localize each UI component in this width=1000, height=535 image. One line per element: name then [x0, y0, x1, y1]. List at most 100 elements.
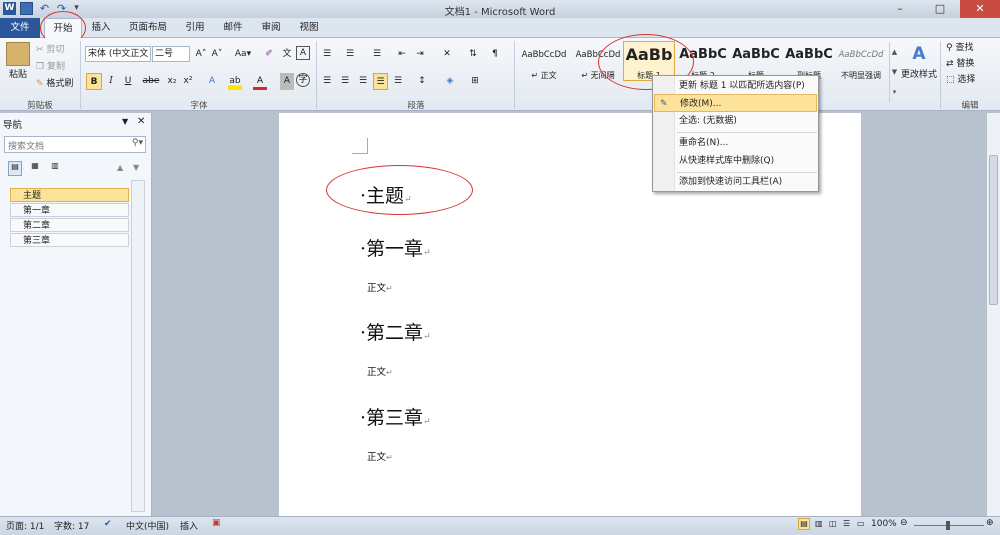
minimize-button[interactable]: – [880, 0, 920, 18]
underline-button[interactable]: U [121, 73, 135, 90]
distributed-icon[interactable]: ☰ [391, 73, 405, 90]
save-icon[interactable] [20, 2, 33, 15]
tab-review[interactable]: 审阅 [254, 18, 288, 38]
change-styles-icon[interactable]: A [908, 44, 930, 66]
page-count[interactable]: 页面: 1/1 [6, 519, 44, 532]
tab-insert[interactable]: 插入 [84, 18, 118, 38]
style-subtle-emphasis[interactable]: AaBbCcDd 不明显强调 [835, 41, 887, 81]
nav-scrollbar[interactable] [131, 180, 145, 512]
menu-item-modify[interactable]: ✎ 修改(M)... [654, 94, 817, 112]
superscript-button[interactable]: x² [181, 73, 195, 90]
outline-view-icon[interactable]: ☰ [843, 519, 850, 528]
menu-item-select-all[interactable]: 全选: (无数据) [654, 112, 817, 130]
highlight-icon[interactable]: ab [228, 73, 242, 90]
decrease-indent-icon[interactable]: ⇤ [395, 46, 409, 63]
shrink-font-button[interactable]: A˅ [210, 46, 224, 63]
show-marks-icon[interactable]: ¶ [488, 46, 502, 63]
cut-button[interactable]: ✂ 剪切 [36, 42, 76, 59]
nav-heading-item[interactable]: 主题 [10, 188, 129, 202]
menu-item-remove-from-gallery[interactable]: 从快速样式库中删除(Q) [654, 152, 817, 170]
char-shading-icon[interactable]: A [280, 73, 294, 90]
heading-paragraph[interactable]: ·第二章↵ [360, 318, 431, 345]
bullets-icon[interactable]: ☰ [320, 46, 334, 63]
menu-item-update-style[interactable]: 更新 标题 1 以匹配所选内容(P) [654, 77, 817, 95]
draft-view-icon[interactable]: ▭ [857, 519, 865, 528]
phonetic-guide-icon[interactable]: 文 [280, 46, 294, 63]
nav-heading-item[interactable]: 第一章 [10, 203, 129, 217]
copy-button[interactable]: ❐ 复制 [36, 59, 76, 76]
style-normal[interactable]: AaBbCcDd ↵ 正文 [518, 41, 570, 81]
nav-options-icon[interactable]: ▼ [122, 117, 128, 126]
numbering-icon[interactable]: ☰ [343, 46, 357, 63]
proofing-icon[interactable]: ✔ [104, 519, 112, 529]
macro-record-icon[interactable]: ▣ [212, 518, 221, 528]
nav-heading-item[interactable]: 第三章 [10, 233, 129, 247]
tab-file[interactable]: 文件 [0, 18, 40, 38]
menu-item-add-to-quick-access[interactable]: 添加到快速访问工具栏(A) [654, 173, 817, 191]
styles-gallery-scroll[interactable]: ▲ ▼ ▾ [889, 42, 899, 102]
heading-paragraph[interactable]: ·第三章↵ [360, 403, 431, 430]
paste-button[interactable]: 粘贴 [2, 67, 34, 84]
menu-item-rename[interactable]: 重命名(N)... [654, 134, 817, 152]
zoom-out-icon[interactable]: ⊖ [900, 518, 908, 528]
align-left-icon[interactable]: ☰ [320, 73, 334, 90]
align-right-icon[interactable]: ☰ [356, 73, 370, 90]
nav-close-icon[interactable]: ✕ [137, 116, 145, 127]
search-icon[interactable]: ⚲▾ [132, 138, 143, 148]
clipboard-icon[interactable] [6, 42, 30, 66]
maximize-button[interactable]: □ [920, 0, 960, 18]
word-count[interactable]: 字数: 17 [54, 519, 89, 532]
change-styles-button[interactable]: 更改样式 [899, 67, 939, 84]
body-paragraph[interactable]: 正文↵ [367, 449, 393, 463]
chinese-layout-icon[interactable]: ✕ [440, 46, 454, 63]
tab-references[interactable]: 引用 [178, 18, 212, 38]
subscript-button[interactable]: x₂ [165, 73, 179, 90]
vertical-scrollbar[interactable] [986, 113, 1000, 516]
bold-button[interactable]: B [86, 73, 102, 90]
multilevel-list-icon[interactable]: ☰ [370, 46, 384, 63]
format-painter-button[interactable]: ✎ 格式刷 [36, 76, 80, 93]
pages-view-icon[interactable]: ▦ [28, 161, 42, 176]
font-name-select[interactable]: 宋体 (中文正文 [85, 46, 151, 62]
font-size-select[interactable]: 二号 [152, 46, 190, 62]
nav-search-box[interactable]: 搜索文档 ⚲▾ [4, 136, 146, 153]
enclose-char-icon[interactable]: 字 [296, 73, 310, 87]
justify-icon[interactable]: ☰ [373, 73, 388, 90]
shading-icon[interactable]: ◈ [443, 73, 457, 90]
line-spacing-icon[interactable]: ↕ [414, 73, 430, 90]
body-paragraph[interactable]: 正文↵ [367, 364, 393, 378]
zoom-in-icon[interactable]: ⊕ [986, 518, 994, 528]
tab-page-layout[interactable]: 页面布局 [122, 18, 174, 38]
sort-icon[interactable]: ⇅ [466, 46, 480, 63]
char-border-icon[interactable]: A [296, 46, 310, 60]
grow-font-button[interactable]: A˄ [194, 46, 208, 63]
insert-mode[interactable]: 插入 [180, 519, 198, 532]
zoom-slider-thumb[interactable] [946, 521, 950, 530]
web-layout-icon[interactable]: ◫ [829, 519, 837, 528]
increase-indent-icon[interactable]: ⇥ [413, 46, 427, 63]
results-view-icon[interactable]: ▥ [48, 161, 62, 176]
language[interactable]: 中文(中国) [126, 519, 169, 532]
headings-view-icon[interactable]: ▤ [8, 161, 22, 176]
align-center-icon[interactable]: ☰ [338, 73, 352, 90]
tab-mailings[interactable]: 邮件 [216, 18, 250, 38]
print-layout-icon[interactable]: ▤ [798, 518, 810, 530]
text-effects-icon[interactable]: A [205, 73, 219, 90]
zoom-level[interactable]: 100% [871, 519, 897, 529]
find-button[interactable]: ⚲ 查找 [946, 40, 994, 57]
word-app-icon[interactable]: W [3, 2, 16, 15]
nav-next-icon[interactable]: ▼ [133, 163, 139, 172]
body-paragraph[interactable]: 正文↵ [367, 280, 393, 294]
heading-paragraph[interactable]: ·第一章↵ [360, 234, 431, 261]
tab-view[interactable]: 视图 [292, 18, 326, 38]
replace-button[interactable]: ⇄ 替换 [946, 56, 994, 73]
nav-prev-icon[interactable]: ▲ [117, 163, 123, 172]
scroll-thumb[interactable] [989, 155, 998, 305]
clear-format-icon[interactable]: ✐ [262, 46, 276, 63]
change-case-button[interactable]: Aa▾ [232, 46, 254, 63]
select-button[interactable]: ⬚ 选择 [946, 72, 994, 89]
italic-button[interactable]: I [104, 73, 118, 90]
strikethrough-button[interactable]: abe [140, 73, 162, 90]
full-screen-reading-icon[interactable]: ▥ [815, 519, 823, 528]
borders-icon[interactable]: ⊞ [468, 73, 482, 90]
